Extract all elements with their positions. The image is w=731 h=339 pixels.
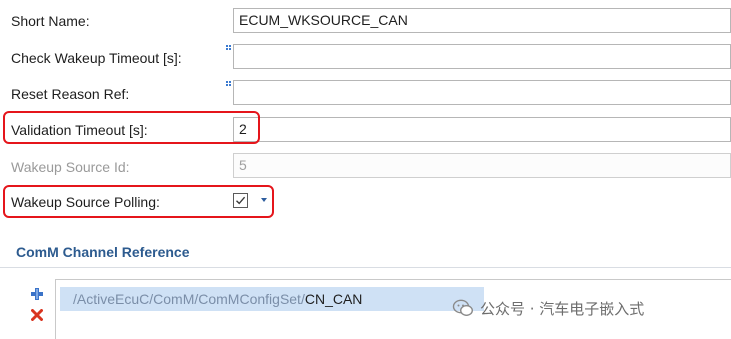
- reference-path-prefix: /ActiveEcuC/ComM/ComMConfigSet/: [73, 291, 305, 307]
- validation-timeout-input[interactable]: 2: [233, 117, 731, 142]
- reset-reason-ref-input[interactable]: [233, 80, 731, 105]
- check-wakeup-timeout-row: Check Wakeup Timeout [s]:: [0, 42, 731, 78]
- wakeup-source-polling-highlight: [3, 185, 274, 218]
- reset-reason-ref-row: Reset Reason Ref:: [0, 79, 731, 115]
- validation-timeout-highlight: [3, 111, 260, 144]
- section-divider: [0, 267, 731, 268]
- check-wakeup-timeout-label: Check Wakeup Timeout [s]:: [11, 50, 182, 66]
- check-wakeup-timeout-input[interactable]: [233, 44, 731, 69]
- multiplicity-marker-icon: [226, 81, 232, 87]
- reference-path: /ActiveEcuC/ComM/ComMConfigSet/CN_CAN: [73, 290, 362, 308]
- wechat-logo-icon: [452, 299, 474, 317]
- wakeup-source-id-row: Wakeup Source Id: 5: [0, 152, 731, 188]
- short-name-row: Short Name: ECUM_WKSOURCE_CAN: [0, 6, 731, 42]
- remove-reference-button[interactable]: [31, 308, 43, 321]
- add-reference-button[interactable]: [31, 287, 43, 300]
- short-name-input[interactable]: ECUM_WKSOURCE_CAN: [233, 8, 731, 33]
- multiplicity-marker-icon: [226, 45, 232, 51]
- plus-icon: [31, 288, 43, 300]
- wakeup-source-id-label: Wakeup Source Id:: [11, 159, 130, 175]
- wakeup-source-id-input: 5: [233, 153, 731, 178]
- delete-x-icon: [31, 309, 43, 321]
- watermark-text: 公众号 · 汽车电子嵌入式: [480, 299, 645, 318]
- reset-reason-ref-label: Reset Reason Ref:: [11, 86, 130, 102]
- comm-channel-reference-title: ComM Channel Reference: [16, 244, 190, 260]
- short-name-label: Short Name:: [11, 13, 90, 29]
- watermark: 公众号 · 汽车电子嵌入式: [452, 296, 644, 320]
- reference-path-tail: CN_CAN: [304, 291, 363, 307]
